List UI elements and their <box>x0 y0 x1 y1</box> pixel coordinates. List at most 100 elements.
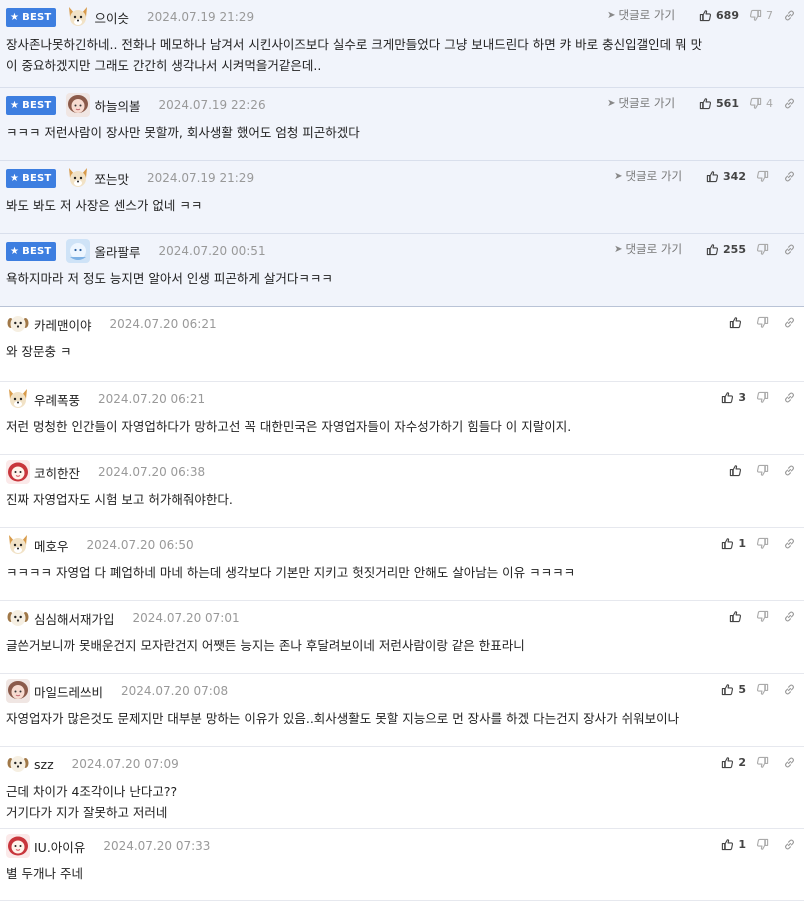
thumbs-up-icon <box>721 537 738 550</box>
like-button[interactable] <box>729 610 746 623</box>
nickname[interactable]: szz <box>34 757 54 772</box>
link-icon <box>783 243 796 256</box>
nickname[interactable]: 메호우 <box>34 536 69 555</box>
avatar[interactable] <box>66 239 91 263</box>
comment-date: 2024.07.20 06:50 <box>86 538 194 552</box>
comment-header: 우례폭풍 2024.07.20 06:21 <box>6 382 804 416</box>
share-link-button[interactable] <box>783 838 796 851</box>
comment-date: 2024.07.20 06:21 <box>98 392 206 406</box>
dislike-button[interactable] <box>756 391 773 404</box>
like-button[interactable] <box>729 316 746 329</box>
like-button[interactable]: 342 <box>706 170 746 183</box>
dislike-count: 7 <box>766 8 773 22</box>
thumbs-up-icon <box>721 391 738 404</box>
comment: 코히한잔 2024.07.20 06:38 진짜 자영업자도 시험 보고 허가해줘야… <box>0 455 804 528</box>
avatar[interactable] <box>6 533 30 557</box>
dislike-button[interactable] <box>756 537 773 550</box>
share-link-button[interactable] <box>783 464 796 477</box>
comment-text-line: 장사존나못하긴하네.. 전화나 메모하나 남겨서 시킨사이즈보다 실수로 크게만… <box>6 37 703 52</box>
comment-actions <box>719 307 796 337</box>
nickname[interactable]: IU.아이유 <box>34 837 85 856</box>
dislike-button[interactable]: 4 <box>749 97 773 110</box>
dislike-button[interactable] <box>756 464 773 477</box>
thumbs-up-icon <box>706 170 723 183</box>
thumbs-up-icon <box>729 316 746 329</box>
avatar[interactable] <box>66 93 91 117</box>
avatar[interactable] <box>6 834 30 858</box>
share-link-button[interactable] <box>783 243 796 256</box>
avatar[interactable] <box>6 312 30 336</box>
comment-header: 마일드레쓰비 2024.07.20 07:08 <box>6 674 804 708</box>
thumbs-down-icon <box>756 838 773 851</box>
go-to-reply-link[interactable]: ➤ 댓글로 가기 <box>607 7 675 23</box>
dislike-button[interactable] <box>756 683 773 696</box>
comment-text-line: 저런 멍청한 인간들이 자영업하다가 망하고선 꼭 대한민국은 자영업자들이 자… <box>6 419 572 434</box>
comment-date: 2024.07.19 21:29 <box>146 10 255 24</box>
avatar[interactable] <box>6 606 30 630</box>
comment-text: 별 두개나 주네 <box>6 863 804 884</box>
thumbs-down-icon <box>756 243 773 256</box>
share-link-button[interactable] <box>783 9 796 22</box>
nickname[interactable]: 올라팔루 <box>94 242 140 261</box>
like-button[interactable] <box>729 464 746 477</box>
dislike-button[interactable] <box>756 610 773 623</box>
share-link-button[interactable] <box>783 97 796 110</box>
avatar[interactable] <box>66 5 90 29</box>
thumbs-down-icon <box>756 170 773 183</box>
go-to-reply-link[interactable]: ➤ 댓글로 가기 <box>614 241 682 257</box>
thumbs-down-icon <box>749 9 766 22</box>
share-link-button[interactable] <box>783 170 796 183</box>
share-link-button[interactable] <box>783 610 796 623</box>
comment-text-line: 봐도 봐도 저 사장은 센스가 없네 ㅋㅋ <box>6 198 203 213</box>
share-link-button[interactable] <box>783 756 796 769</box>
thumbs-down-icon <box>756 464 773 477</box>
best-comment: ★ BEST 쪼는맛 2024.07.19 21:29 ➤ 댓글로 가기 342 봐도 봐도 … <box>0 161 804 234</box>
like-button[interactable]: 689 <box>699 9 739 22</box>
dislike-button[interactable] <box>756 316 773 329</box>
send-icon: ➤ <box>614 170 623 182</box>
best-badge: ★ BEST <box>6 241 57 261</box>
like-button[interactable]: 2 <box>721 756 746 769</box>
dislike-button[interactable] <box>756 756 773 769</box>
dislike-button[interactable] <box>756 243 773 256</box>
like-button[interactable]: 255 <box>706 243 746 256</box>
comment-date: 2024.07.20 07:01 <box>132 611 240 625</box>
like-button[interactable]: 561 <box>699 97 739 110</box>
avatar[interactable] <box>6 460 30 484</box>
like-count: 342 <box>723 169 746 183</box>
avatar[interactable] <box>6 752 30 776</box>
avatar[interactable] <box>6 679 30 703</box>
dislike-button[interactable] <box>756 838 773 851</box>
comment-text: 진짜 자영업자도 시험 보고 허가해줘야한다. <box>6 489 804 510</box>
link-icon <box>783 170 796 183</box>
nickname[interactable]: 하늘의볼 <box>94 96 140 115</box>
share-link-button[interactable] <box>783 316 796 329</box>
dislike-button[interactable]: 7 <box>749 9 773 22</box>
nickname[interactable]: 으이슷 <box>94 8 129 27</box>
comment-actions: 3 <box>711 382 796 412</box>
like-button[interactable]: 5 <box>721 683 746 696</box>
avatar[interactable] <box>6 387 30 411</box>
share-link-button[interactable] <box>783 537 796 550</box>
nickname[interactable]: 쪼는맛 <box>94 169 129 188</box>
like-count: 1 <box>738 837 746 851</box>
comment-text: 저런 멍청한 인간들이 자영업하다가 망하고선 꼭 대한민국은 자영업자들이 자… <box>6 416 804 437</box>
like-button[interactable]: 3 <box>721 391 746 404</box>
thumbs-down-icon <box>756 610 773 623</box>
nickname[interactable]: 마일드레쓰비 <box>34 682 103 701</box>
like-button[interactable]: 1 <box>721 838 746 851</box>
link-icon <box>783 464 796 477</box>
nickname[interactable]: 카레맨이야 <box>34 315 92 334</box>
nickname[interactable]: 심심해서재가입 <box>34 609 115 628</box>
share-link-button[interactable] <box>783 683 796 696</box>
share-link-button[interactable] <box>783 391 796 404</box>
dislike-button[interactable] <box>756 170 773 183</box>
nickname[interactable]: 코히한잔 <box>34 463 80 482</box>
thumbs-down-icon <box>756 391 773 404</box>
avatar[interactable] <box>66 166 90 190</box>
go-to-reply-link[interactable]: ➤ 댓글로 가기 <box>614 168 682 184</box>
go-to-reply-link[interactable]: ➤ 댓글로 가기 <box>607 95 675 111</box>
star-icon: ★ <box>10 245 20 257</box>
nickname[interactable]: 우례폭풍 <box>34 390 80 409</box>
like-button[interactable]: 1 <box>721 537 746 550</box>
